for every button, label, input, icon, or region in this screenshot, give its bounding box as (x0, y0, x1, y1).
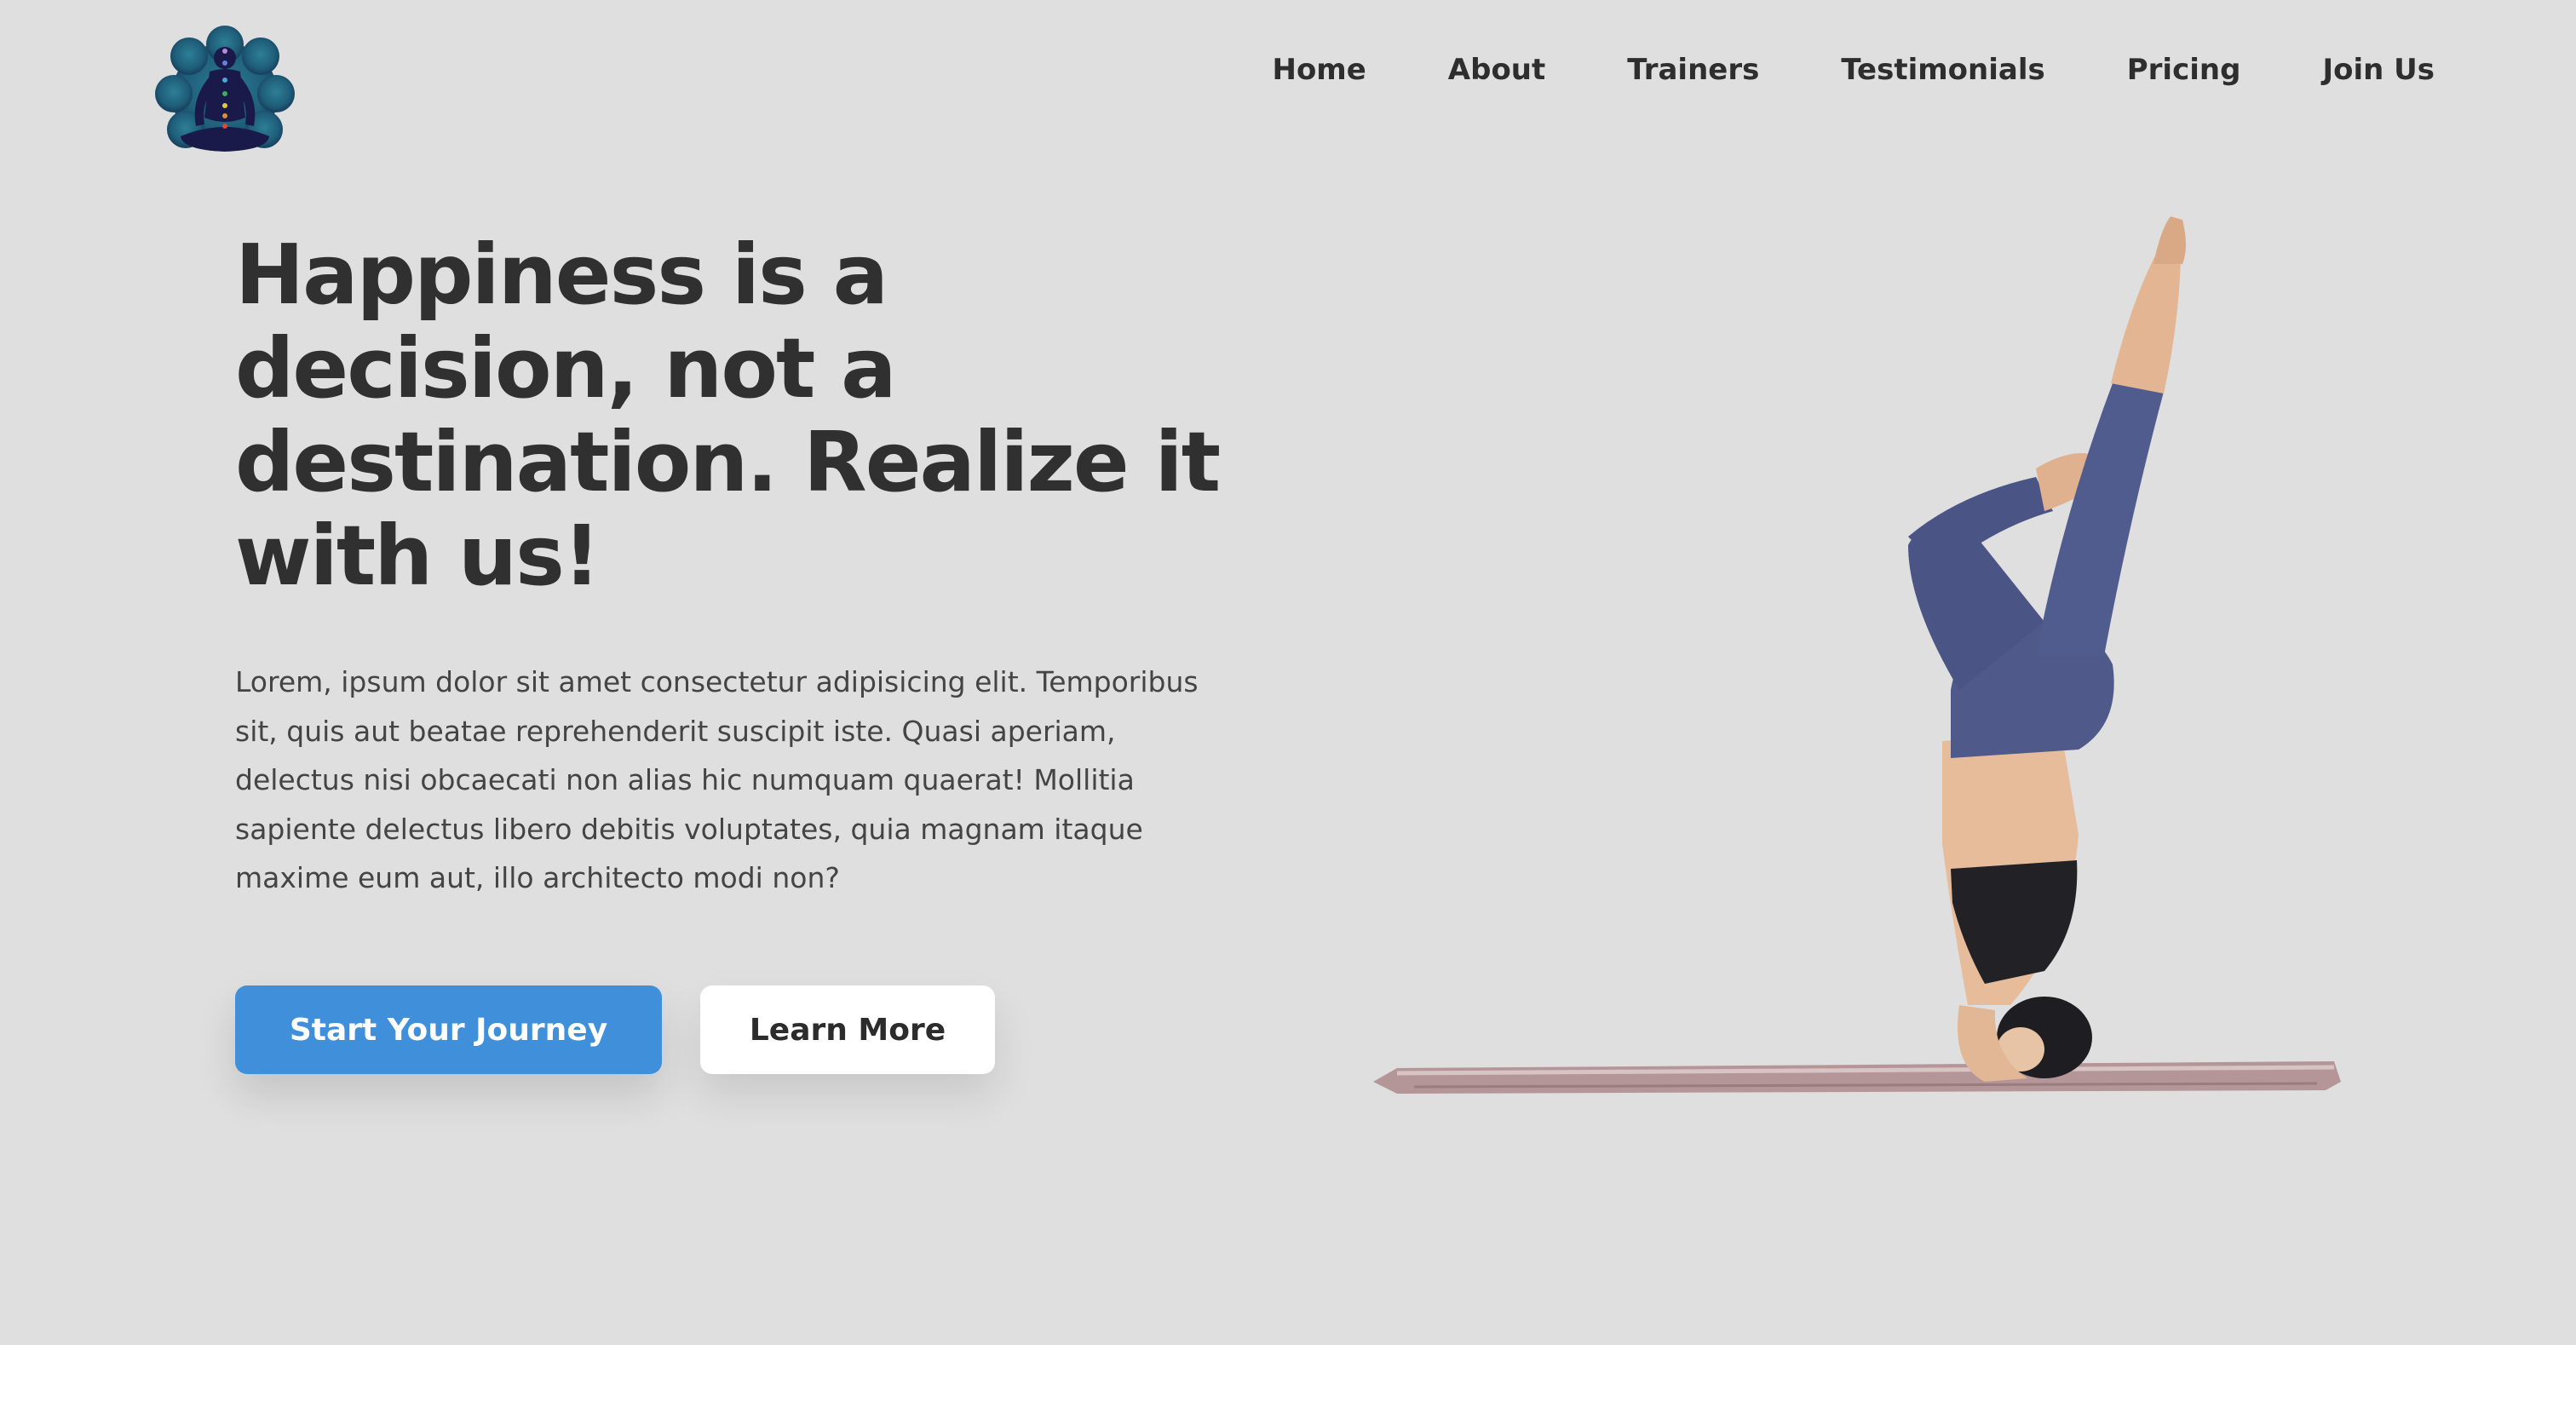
start-journey-button[interactable]: Start Your Journey (235, 985, 662, 1074)
nav-trainers[interactable]: Trainers (1627, 53, 1759, 87)
nav-testimonials[interactable]: Testimonials (1841, 53, 2044, 87)
yoga-headstand-figure (1373, 216, 2341, 1094)
hero-image (1363, 213, 2351, 1107)
nav-about[interactable]: About (1448, 53, 1545, 87)
learn-more-button[interactable]: Learn More (700, 985, 995, 1074)
hero-headline: Happiness is a decision, not a destinati… (235, 227, 1221, 604)
nav-join-us[interactable]: Join Us (2322, 53, 2435, 87)
nav-home[interactable]: Home (1272, 53, 1366, 87)
nav-pricing[interactable]: Pricing (2127, 53, 2241, 87)
main-nav: Home About Trainers Testimonials Pricing… (1272, 53, 2435, 87)
hero-body-text: Lorem, ipsum dolor sit amet consectetur … (235, 665, 1199, 894)
logo-icon[interactable] (140, 17, 310, 170)
meditating-figure-icon (155, 26, 295, 152)
hero-section: Home About Trainers Testimonials Pricing… (0, 0, 2576, 1345)
